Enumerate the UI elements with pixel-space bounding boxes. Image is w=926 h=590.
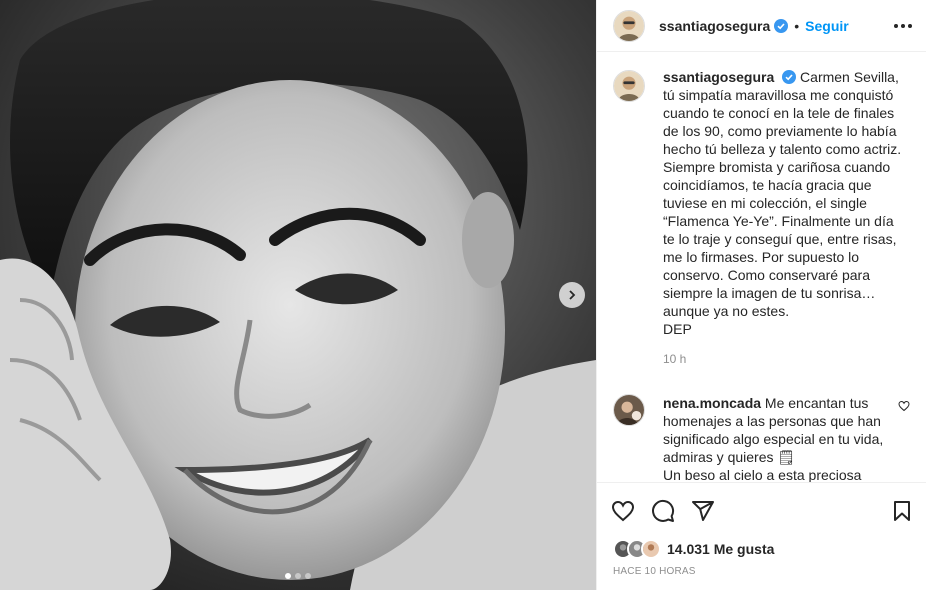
bookmark-icon[interactable] (890, 499, 914, 523)
instagram-post: ssantiagosegura • Seguir ssantiagosegura… (0, 0, 926, 590)
share-icon[interactable] (691, 499, 715, 523)
likes-count[interactable]: 14.031 Me gusta (667, 541, 774, 557)
comment-icon[interactable] (651, 499, 675, 523)
caption-username[interactable]: ssantiagosegura (663, 69, 774, 85)
avatar[interactable] (613, 70, 645, 102)
carousel-dot (305, 573, 311, 579)
separator: • (794, 17, 800, 34)
comment-username[interactable]: nena.moncada (663, 395, 761, 411)
avatar[interactable] (613, 394, 645, 426)
post-header: ssantiagosegura • Seguir (597, 0, 926, 52)
verified-icon (774, 18, 789, 33)
carousel-indicator (0, 573, 596, 579)
caption-body: ssantiagosegura Carmen Sevilla, tú simpa… (663, 68, 909, 368)
caption-text: Carmen Sevilla, tú simpatía maravillosa … (663, 69, 902, 319)
comment-body: nena.moncada Me encantan tus homenajes a… (663, 394, 899, 482)
username-link[interactable]: ssantiagosegura (659, 18, 770, 34)
carousel-dot (285, 573, 291, 579)
list-item: nena.moncada Me encantan tus homenajes a… (613, 394, 910, 482)
likes-summary[interactable]: 14.031 Me gusta (597, 538, 926, 560)
carousel-next-button[interactable] (559, 282, 585, 308)
comment-text-continued: Un beso al cielo a esta preciosa (663, 467, 862, 482)
caption: ssantiagosegura Carmen Sevilla, tú simpa… (613, 68, 910, 368)
verified-icon (782, 70, 797, 84)
heart-icon[interactable] (898, 400, 910, 412)
avatar[interactable] (613, 9, 645, 42)
heart-icon[interactable] (611, 499, 635, 523)
follow-button[interactable]: Seguir (805, 18, 849, 34)
caption-timestamp[interactable]: 10 h (663, 350, 909, 368)
more-icon[interactable] (894, 23, 912, 28)
action-bar (597, 482, 926, 538)
post-media[interactable] (0, 0, 596, 590)
carousel-dot (295, 573, 301, 579)
chevron-right-icon (569, 290, 576, 300)
comments-area[interactable]: ssantiagosegura Carmen Sevilla, tú simpa… (597, 52, 926, 482)
caption-end: DEP (663, 321, 692, 337)
post-timestamp[interactable]: HACE 10 HORAS (597, 560, 926, 590)
avatar (641, 539, 661, 559)
post-side-panel: ssantiagosegura • Seguir ssantiagosegura… (596, 0, 926, 590)
post-photo (0, 0, 596, 590)
